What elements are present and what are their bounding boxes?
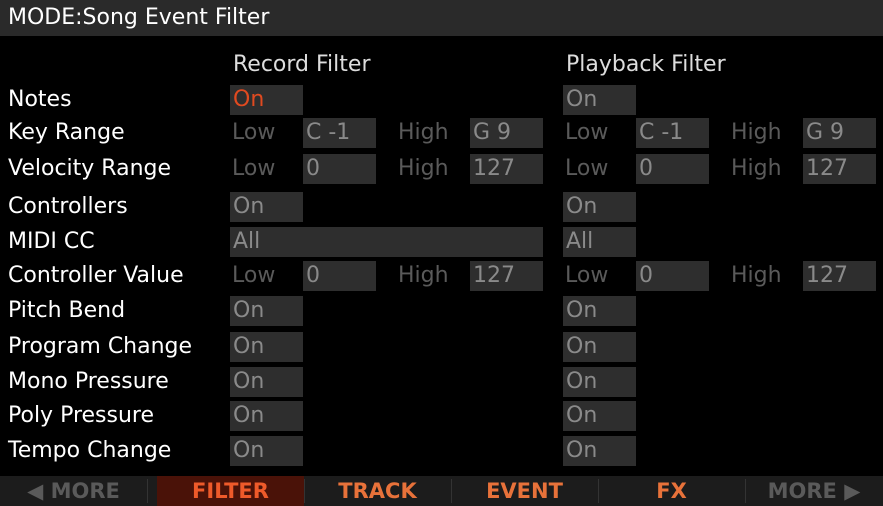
record-key-low-label: Low [232,120,276,145]
velocity-range-label: Velocity Range [8,156,172,181]
playback-key-high-label: High [731,120,782,145]
controller-value-label: Controller Value [8,263,184,288]
record-cv-high-label: High [398,263,449,288]
playback-velocity-low-value[interactable]: 0 [636,154,709,184]
playback-notes-value[interactable]: On [563,85,636,115]
key-range-label: Key Range [8,120,125,145]
record-key-high-label: High [398,120,449,145]
playback-poly-pressure-value[interactable]: On [563,401,636,431]
record-key-high-value[interactable]: G 9 [470,118,543,148]
playback-cv-high-value[interactable]: 127 [803,261,876,291]
record-tempo-change-value[interactable]: On [230,436,303,466]
record-cv-high-value[interactable]: 127 [470,261,543,291]
fx-tab[interactable]: FX [598,476,745,506]
mode-title: MODE:Song Event Filter [0,0,883,36]
playback-cv-low-label: Low [565,263,609,288]
playback-tempo-change-value[interactable]: On [563,436,636,466]
playback-key-high-value[interactable]: G 9 [803,118,876,148]
program-change-label: Program Change [8,334,193,359]
record-velocity-high-label: High [398,156,449,181]
mono-pressure-label: Mono Pressure [8,369,169,394]
record-midi-cc-value[interactable]: All [230,227,543,257]
more-right-button[interactable]: MORE ▶ [745,476,883,506]
record-cv-low-value[interactable]: 0 [303,261,376,291]
poly-pressure-label: Poly Pressure [8,403,155,428]
playback-filter-header: Playback Filter [566,52,726,77]
record-cv-low-label: Low [232,263,276,288]
playback-controllers-value[interactable]: On [563,192,636,222]
record-velocity-low-label: Low [232,156,276,181]
playback-cv-high-label: High [731,263,782,288]
playback-program-change-value[interactable]: On [563,332,636,362]
playback-pitch-bend-value[interactable]: On [563,296,636,326]
record-program-change-value[interactable]: On [230,332,303,362]
record-velocity-high-value[interactable]: 127 [470,154,543,184]
track-tab[interactable]: TRACK [304,476,451,506]
event-tab[interactable]: EVENT [451,476,598,506]
record-key-low-value[interactable]: C -1 [303,118,376,148]
playback-midi-cc-value[interactable]: All [563,227,636,257]
playback-velocity-high-value[interactable]: 127 [803,154,876,184]
tempo-change-label: Tempo Change [8,438,172,463]
playback-velocity-high-label: High [731,156,782,181]
softkey-divider [147,479,148,503]
controllers-label: Controllers [8,194,128,219]
pitch-bend-label: Pitch Bend [8,298,126,323]
playback-cv-low-value[interactable]: 0 [636,261,709,291]
record-notes-value[interactable]: On [230,85,303,115]
record-mono-pressure-value[interactable]: On [230,367,303,397]
playback-mono-pressure-value[interactable]: On [563,367,636,397]
notes-label: Notes [8,87,72,112]
record-controllers-value[interactable]: On [230,192,303,222]
playback-velocity-low-label: Low [565,156,609,181]
record-filter-header: Record Filter [233,52,371,77]
more-left-button[interactable]: ◀ MORE [0,476,147,506]
playback-key-low-label: Low [565,120,609,145]
record-pitch-bend-value[interactable]: On [230,296,303,326]
record-velocity-low-value[interactable]: 0 [303,154,376,184]
record-poly-pressure-value[interactable]: On [230,401,303,431]
filter-tab[interactable]: FILTER [157,476,304,506]
midi-cc-label: MIDI CC [8,229,95,254]
playback-key-low-value[interactable]: C -1 [636,118,709,148]
soft-button-bar: ◀ MORE FILTER TRACK EVENT FX MORE ▶ [0,476,883,506]
